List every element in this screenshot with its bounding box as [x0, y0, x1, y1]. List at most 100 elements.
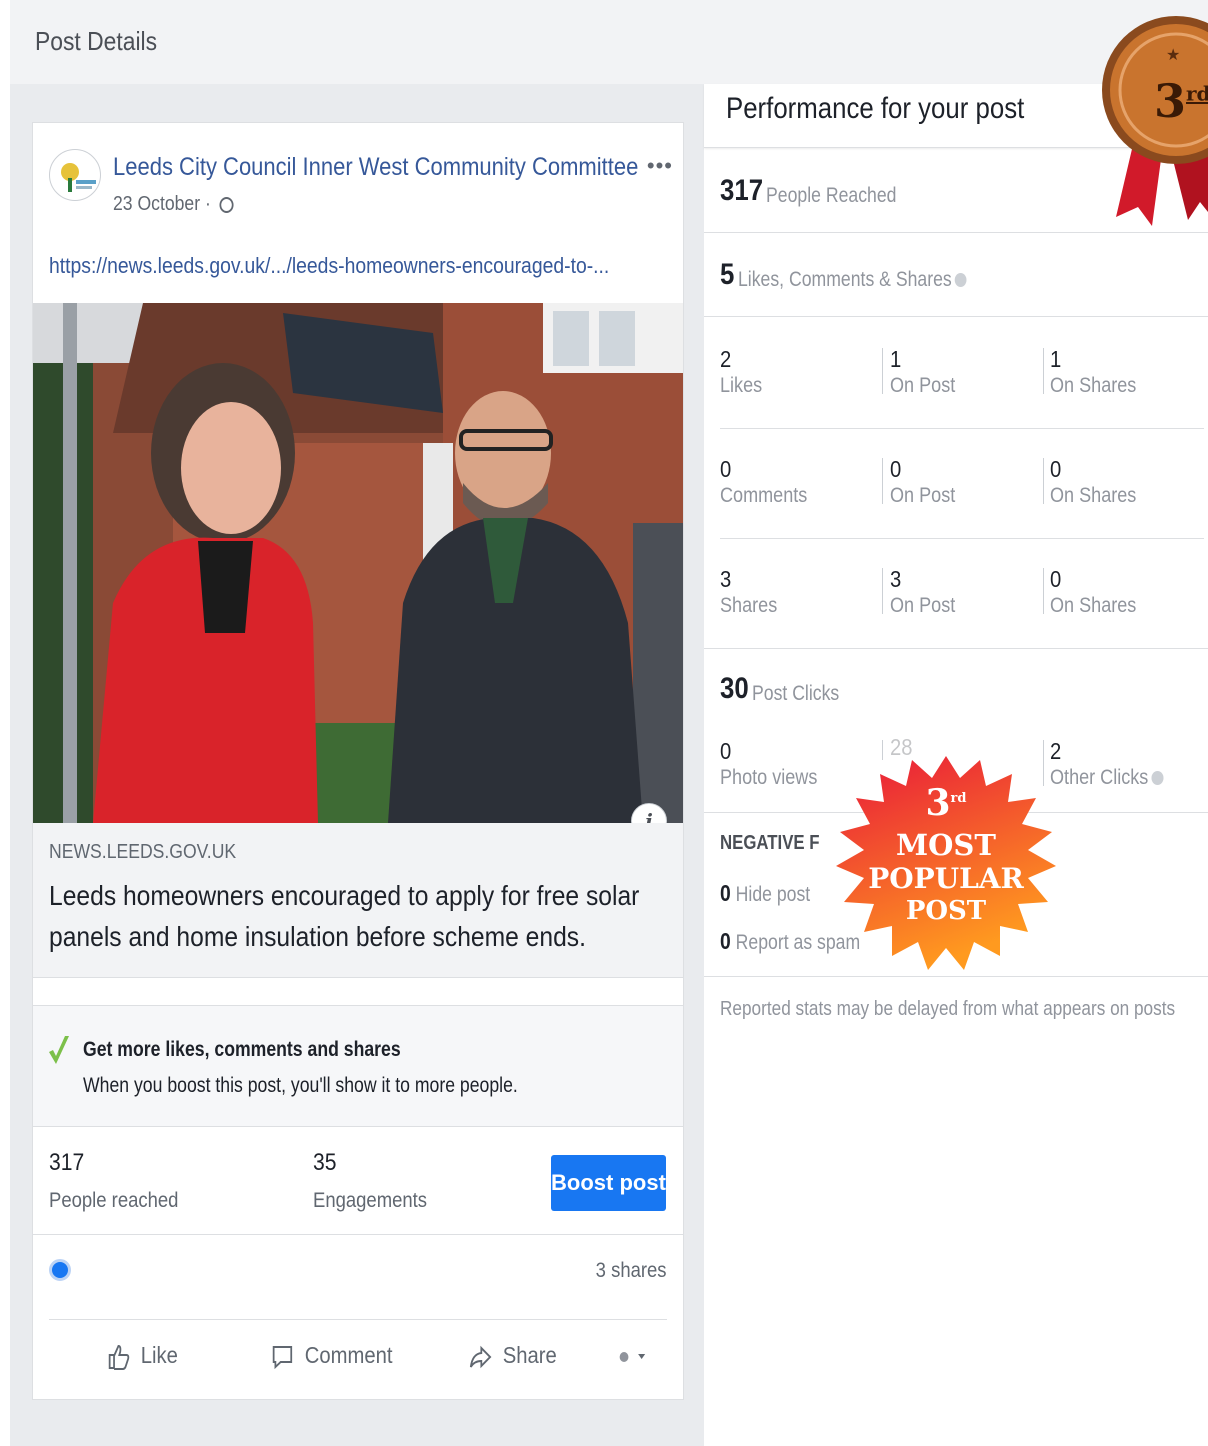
post-preview-column: Leeds City Council Inner West Community … [10, 84, 704, 1446]
comments-total-label: Comments [720, 484, 808, 507]
hide-post-value: 0 [720, 880, 731, 906]
post-url-link[interactable]: https://news.leeds.gov.uk/.../leeds-home… [49, 253, 609, 279]
likes-on-shares-label: On Shares [1050, 374, 1137, 397]
medal-rank: 3rd [1154, 74, 1208, 128]
shares-on-shares-label: On Shares [1050, 594, 1137, 617]
burst-rank-number: 3 [925, 782, 951, 824]
likes-total-value: 2 [720, 346, 732, 372]
comment-button[interactable]: Comment [271, 1342, 393, 1370]
hide-post-label: Hide post [735, 883, 811, 906]
like-label: Like [140, 1342, 178, 1368]
people-reached-value: 317 [49, 1149, 85, 1176]
divider [704, 232, 1208, 233]
comments-total-value: 0 [720, 456, 732, 482]
link-headline[interactable]: Leeds homeowners encouraged to apply for… [49, 875, 665, 957]
stats-delay-note: Reported stats may be delayed from what … [720, 998, 1176, 1020]
link-preview[interactable]: NEWS.LEEDS.GOV.UK Leeds homeowners encou… [33, 823, 683, 978]
comment-label: Comment [304, 1342, 393, 1368]
divider [720, 428, 1204, 429]
promo-title: Get more likes, comments and shares [83, 1038, 401, 1061]
boost-promo: Get more likes, comments and shares When… [33, 1005, 683, 1127]
shares-total-value: 3 [720, 566, 732, 592]
action-bar: Like Comment Share [49, 1319, 667, 1399]
burst-rank: 3rd [826, 782, 1066, 824]
globe-icon [219, 196, 234, 213]
negative-feedback-title: NEGATIVE F [720, 832, 820, 854]
comments-on-post-label: On Post [890, 484, 956, 507]
link-domain: NEWS.LEEDS.GOV.UK [49, 841, 237, 863]
like-button[interactable]: Like [107, 1342, 178, 1370]
divider [882, 568, 883, 614]
people-reached-label: People reached [49, 1189, 179, 1212]
post-photo[interactable] [33, 303, 683, 823]
promo-subtitle: When you boost this post, you'll show it… [83, 1074, 518, 1097]
page-header: Post Details [10, 0, 1208, 84]
divider [882, 458, 883, 504]
comments-on-post-value: 0 [890, 456, 902, 482]
people-reached-label: People Reached [766, 184, 897, 207]
engagements-value: 35 [313, 1149, 337, 1176]
boost-post-button[interactable]: Boost post [551, 1155, 666, 1211]
page-avatar[interactable] [49, 149, 101, 201]
audience-selector[interactable] [617, 1342, 652, 1369]
people-reached-total: 317 [720, 174, 764, 207]
shares-on-post-label: On Post [890, 594, 956, 617]
medal-rank-number: 3 [1154, 74, 1187, 128]
divider [882, 348, 883, 394]
divider [704, 976, 1208, 977]
shares-on-post-value: 3 [890, 566, 902, 592]
like-reaction-icon[interactable] [49, 1259, 71, 1281]
svg-text:★: ★ [1166, 45, 1180, 64]
divider [704, 648, 1208, 649]
hide-post-stat: 0 Hide post [720, 880, 810, 907]
shares-count[interactable]: 3 shares [596, 1259, 667, 1283]
performance-title: Performance for your post [726, 92, 1025, 125]
comment-icon [272, 1345, 293, 1370]
likes-on-shares-value: 1 [1050, 346, 1062, 372]
info-icon[interactable] [955, 273, 967, 288]
third-place-medal: ★ 3rd [1096, 12, 1208, 232]
divider [1043, 348, 1044, 394]
comments-on-shares-label: On Shares [1050, 484, 1137, 507]
burst-line-2: POPULAR [868, 862, 1024, 895]
report-spam-value: 0 [720, 928, 731, 954]
comments-on-shares-value: 0 [1050, 456, 1062, 482]
engagement-label-text: Likes, Comments & Shares [738, 268, 952, 291]
likes-total-label: Likes [720, 374, 763, 397]
chevron-down-icon [619, 1351, 646, 1362]
page-name-link[interactable]: Leeds City Council Inner West Community … [113, 153, 638, 182]
shares-on-shares-value: 0 [1050, 566, 1062, 592]
burst-line-3: POST [905, 896, 987, 926]
photo-views-value: 0 [720, 738, 732, 764]
likes-on-post-label: On Post [890, 374, 956, 397]
medal-rank-suffix: rd [1186, 81, 1208, 106]
divider [704, 316, 1208, 317]
most-popular-badge: 3rd MOST POPULAR POST [826, 752, 1066, 974]
post-date: 23 October · [113, 193, 234, 216]
burst-rank-suffix: rd [950, 791, 967, 806]
likes-on-post-value: 1 [890, 346, 902, 372]
divider [1043, 568, 1044, 614]
share-label: Share [502, 1342, 557, 1368]
checkmark-icon [49, 1036, 69, 1064]
post-clicks-label: Post Clicks [752, 682, 840, 705]
engagements-label: Engagements [313, 1189, 428, 1212]
engagement-label: Likes, Comments & Shares [738, 268, 967, 292]
post-card: Leeds City Council Inner West Community … [32, 122, 684, 1400]
reactions-row: 3 shares [33, 1235, 683, 1305]
burst-line-1: MOST [896, 828, 996, 862]
divider [1043, 458, 1044, 504]
share-button[interactable]: Share [469, 1342, 557, 1370]
divider [720, 538, 1204, 539]
page-title: Post Details [35, 26, 158, 56]
other-clicks-label: Other Clicks [1050, 766, 1164, 790]
photo-views-label: Photo views [720, 766, 818, 789]
info-icon[interactable] [1151, 771, 1164, 786]
post-date-text: 23 October · [113, 193, 211, 215]
thumbs-up-icon [108, 1344, 130, 1370]
engagement-total: 5 [720, 258, 735, 291]
post-stats: 317 People reached 35 Engagements Boost … [33, 1127, 683, 1235]
more-options-icon[interactable]: ••• [647, 153, 673, 179]
post-clicks-total: 30 [720, 672, 749, 705]
shares-total-label: Shares [720, 594, 778, 617]
